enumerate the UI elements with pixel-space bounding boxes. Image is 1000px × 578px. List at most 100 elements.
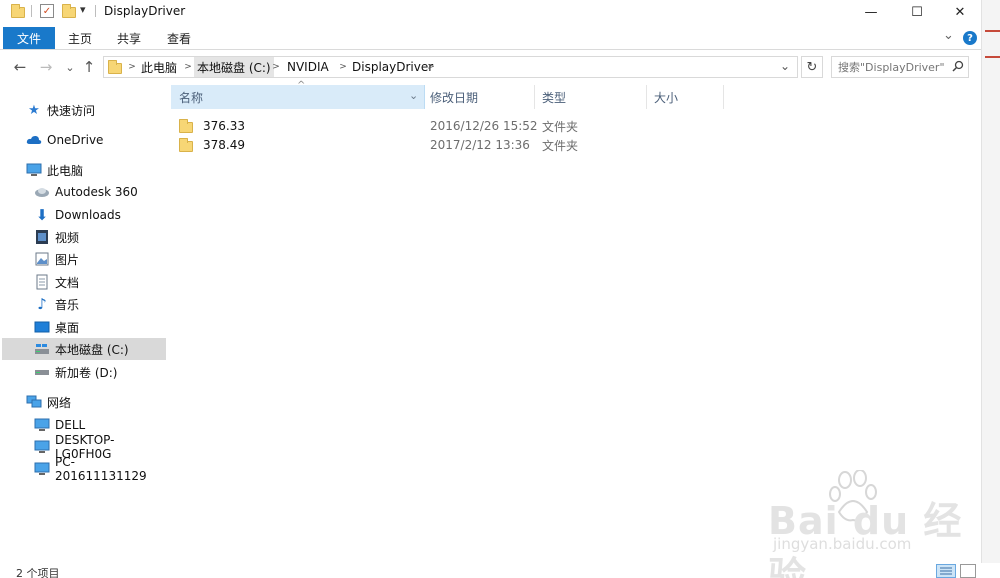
- sidebar-item-label: 网络: [47, 395, 72, 410]
- sidebar-item-label: 文档: [55, 275, 80, 290]
- details-view-icon[interactable]: [936, 564, 956, 578]
- breadcrumb-displaydriver[interactable]: DisplayDriver: [349, 57, 436, 77]
- pc-icon: [34, 439, 50, 455]
- file-type: 文件夹: [542, 138, 579, 153]
- tab-share[interactable]: 共享: [105, 27, 153, 49]
- sidebar-item-label: DELL: [55, 418, 86, 432]
- pc-icon: [34, 461, 50, 477]
- star-icon: ★: [28, 102, 40, 118]
- sidebar-item-label: 本地磁盘 (C:): [55, 342, 129, 357]
- sidebar-item-network[interactable]: 网络: [2, 391, 166, 413]
- sidebar-item-documents[interactable]: 文档: [2, 271, 166, 293]
- column-size[interactable]: 大小: [646, 85, 724, 109]
- breadcrumb-this-pc[interactable]: 此电脑: [138, 57, 180, 77]
- sidebar-item-local-disk-c[interactable]: 本地磁盘 (C:): [2, 338, 166, 360]
- maximize-button[interactable]: ☐: [894, 0, 940, 24]
- back-button[interactable]: ←: [10, 57, 30, 77]
- edge-marker: [985, 56, 1000, 58]
- video-icon: [34, 229, 50, 245]
- forward-button[interactable]: →: [36, 57, 56, 77]
- breadcrumb-nvidia[interactable]: NVIDIA: [284, 57, 332, 77]
- breadcrumb-chevron-icon[interactable]: >: [270, 57, 282, 77]
- sidebar-item-onedrive[interactable]: OneDrive: [2, 129, 166, 151]
- search-input[interactable]: [832, 57, 950, 77]
- properties-icon[interactable]: ✓: [40, 4, 54, 18]
- column-date-modified[interactable]: 修改日期: [422, 85, 535, 109]
- title-separator: [95, 5, 96, 17]
- documents-icon: [34, 274, 50, 290]
- sidebar-item-label: 此电脑: [47, 163, 84, 178]
- large-icons-view-icon[interactable]: [960, 564, 976, 578]
- tab-file[interactable]: 文件: [3, 27, 55, 49]
- column-name[interactable]: 名称 ^ ⌄: [171, 80, 425, 109]
- address-dropdown-icon[interactable]: ⌄: [780, 59, 790, 73]
- file-row[interactable]: 378.49: [179, 135, 245, 155]
- sidebar-item-label: 桌面: [55, 320, 80, 335]
- sort-ascending-icon: ^: [297, 80, 306, 91]
- title-separator: [31, 5, 32, 17]
- breadcrumb-chevron-icon[interactable]: >: [126, 57, 138, 77]
- sidebar-item-music[interactable]: ♪ 音乐: [2, 293, 166, 315]
- sidebar-item-label: 新加卷 (D:): [55, 365, 118, 380]
- help-icon[interactable]: ?: [963, 31, 977, 45]
- sidebar-item-pc-201611131129[interactable]: PC-201611131129: [2, 455, 166, 483]
- column-type[interactable]: 类型: [534, 85, 647, 109]
- breadcrumb-local-disk[interactable]: 本地磁盘 (C:): [194, 57, 274, 77]
- file-row[interactable]: 376.33: [179, 116, 245, 136]
- folder-icon: [11, 4, 25, 18]
- file-modified: 2016/12/26 15:52: [430, 119, 538, 133]
- new-folder-icon[interactable]: [62, 4, 76, 18]
- network-icon: [26, 394, 42, 410]
- breadcrumb-chevron-icon[interactable]: >: [182, 57, 194, 77]
- download-icon: ⬇: [35, 206, 49, 224]
- ribbon-collapse-icon[interactable]: ⌄: [943, 28, 954, 43]
- sidebar-item-label: Autodesk 360: [55, 185, 138, 199]
- file-name: 378.49: [203, 138, 245, 152]
- desktop-icon: [34, 319, 50, 335]
- music-icon: ♪: [37, 295, 47, 313]
- up-button[interactable]: ↑: [79, 57, 99, 77]
- search-box[interactable]: [831, 56, 969, 78]
- computer-icon: [26, 162, 42, 178]
- status-bar: 2 个项目: [0, 563, 1000, 578]
- sidebar-item-label: OneDrive: [47, 133, 104, 147]
- tab-home[interactable]: 主页: [56, 27, 104, 49]
- quick-access-dropdown[interactable]: ▾: [80, 3, 86, 16]
- sidebar-item-downloads[interactable]: ⬇ Downloads: [2, 204, 166, 226]
- file-type: 文件夹: [542, 119, 579, 134]
- sidebar-item-label: PC-201611131129: [55, 455, 147, 483]
- pc-icon: [34, 417, 50, 433]
- pictures-icon: [34, 251, 50, 267]
- sidebar-item-videos[interactable]: 视频: [2, 226, 166, 248]
- recent-locations-button[interactable]: ⌄: [60, 57, 80, 77]
- sidebar-item-label: 快速访问: [47, 103, 96, 118]
- sidebar-item-quick-access[interactable]: ★ 快速访问: [2, 99, 166, 121]
- ribbon-tabs: 文件 主页 共享 查看 ⌄ ?: [0, 24, 1000, 50]
- search-icon[interactable]: [952, 60, 964, 72]
- tab-view[interactable]: 查看: [155, 27, 203, 49]
- sidebar-item-new-volume-d[interactable]: 新加卷 (D:): [2, 361, 166, 383]
- edge-marker: [985, 30, 1000, 32]
- drive-d-icon: [34, 364, 50, 380]
- minimize-button[interactable]: —: [848, 0, 894, 24]
- sidebar-item-label: Downloads: [55, 208, 121, 222]
- column-name-label: 名称: [179, 90, 204, 105]
- close-button[interactable]: ✕: [940, 0, 980, 24]
- file-name: 376.33: [203, 119, 245, 133]
- navigation-pane: ★ 快速访问 OneDrive 此电脑 Autodesk 360 ⬇ Downl…: [0, 83, 168, 563]
- breadcrumb-chevron-icon[interactable]: >: [425, 57, 437, 77]
- sidebar-item-this-pc[interactable]: 此电脑: [2, 159, 166, 181]
- refresh-button[interactable]: ↻: [801, 56, 823, 78]
- sidebar-item-autodesk-360[interactable]: Autodesk 360: [2, 181, 166, 203]
- sidebar-item-pictures[interactable]: 图片: [2, 248, 166, 270]
- file-list: 名称 ^ ⌄ 修改日期 类型 大小 376.33 2016/12/26 15:5…: [169, 80, 981, 563]
- address-bar[interactable]: > 此电脑 > 本地磁盘 (C:) > NVIDIA > DisplayDriv…: [103, 56, 798, 78]
- autodesk-icon: [34, 184, 50, 200]
- window-title: DisplayDriver: [104, 4, 186, 18]
- sidebar-item-desktop[interactable]: 桌面: [2, 316, 166, 338]
- breadcrumb-chevron-icon[interactable]: >: [337, 57, 349, 77]
- sidebar-item-label: 图片: [55, 252, 80, 267]
- folder-icon: [179, 119, 193, 133]
- right-edge-panel: [981, 0, 1000, 578]
- column-dropdown-icon[interactable]: ⌄: [409, 89, 418, 102]
